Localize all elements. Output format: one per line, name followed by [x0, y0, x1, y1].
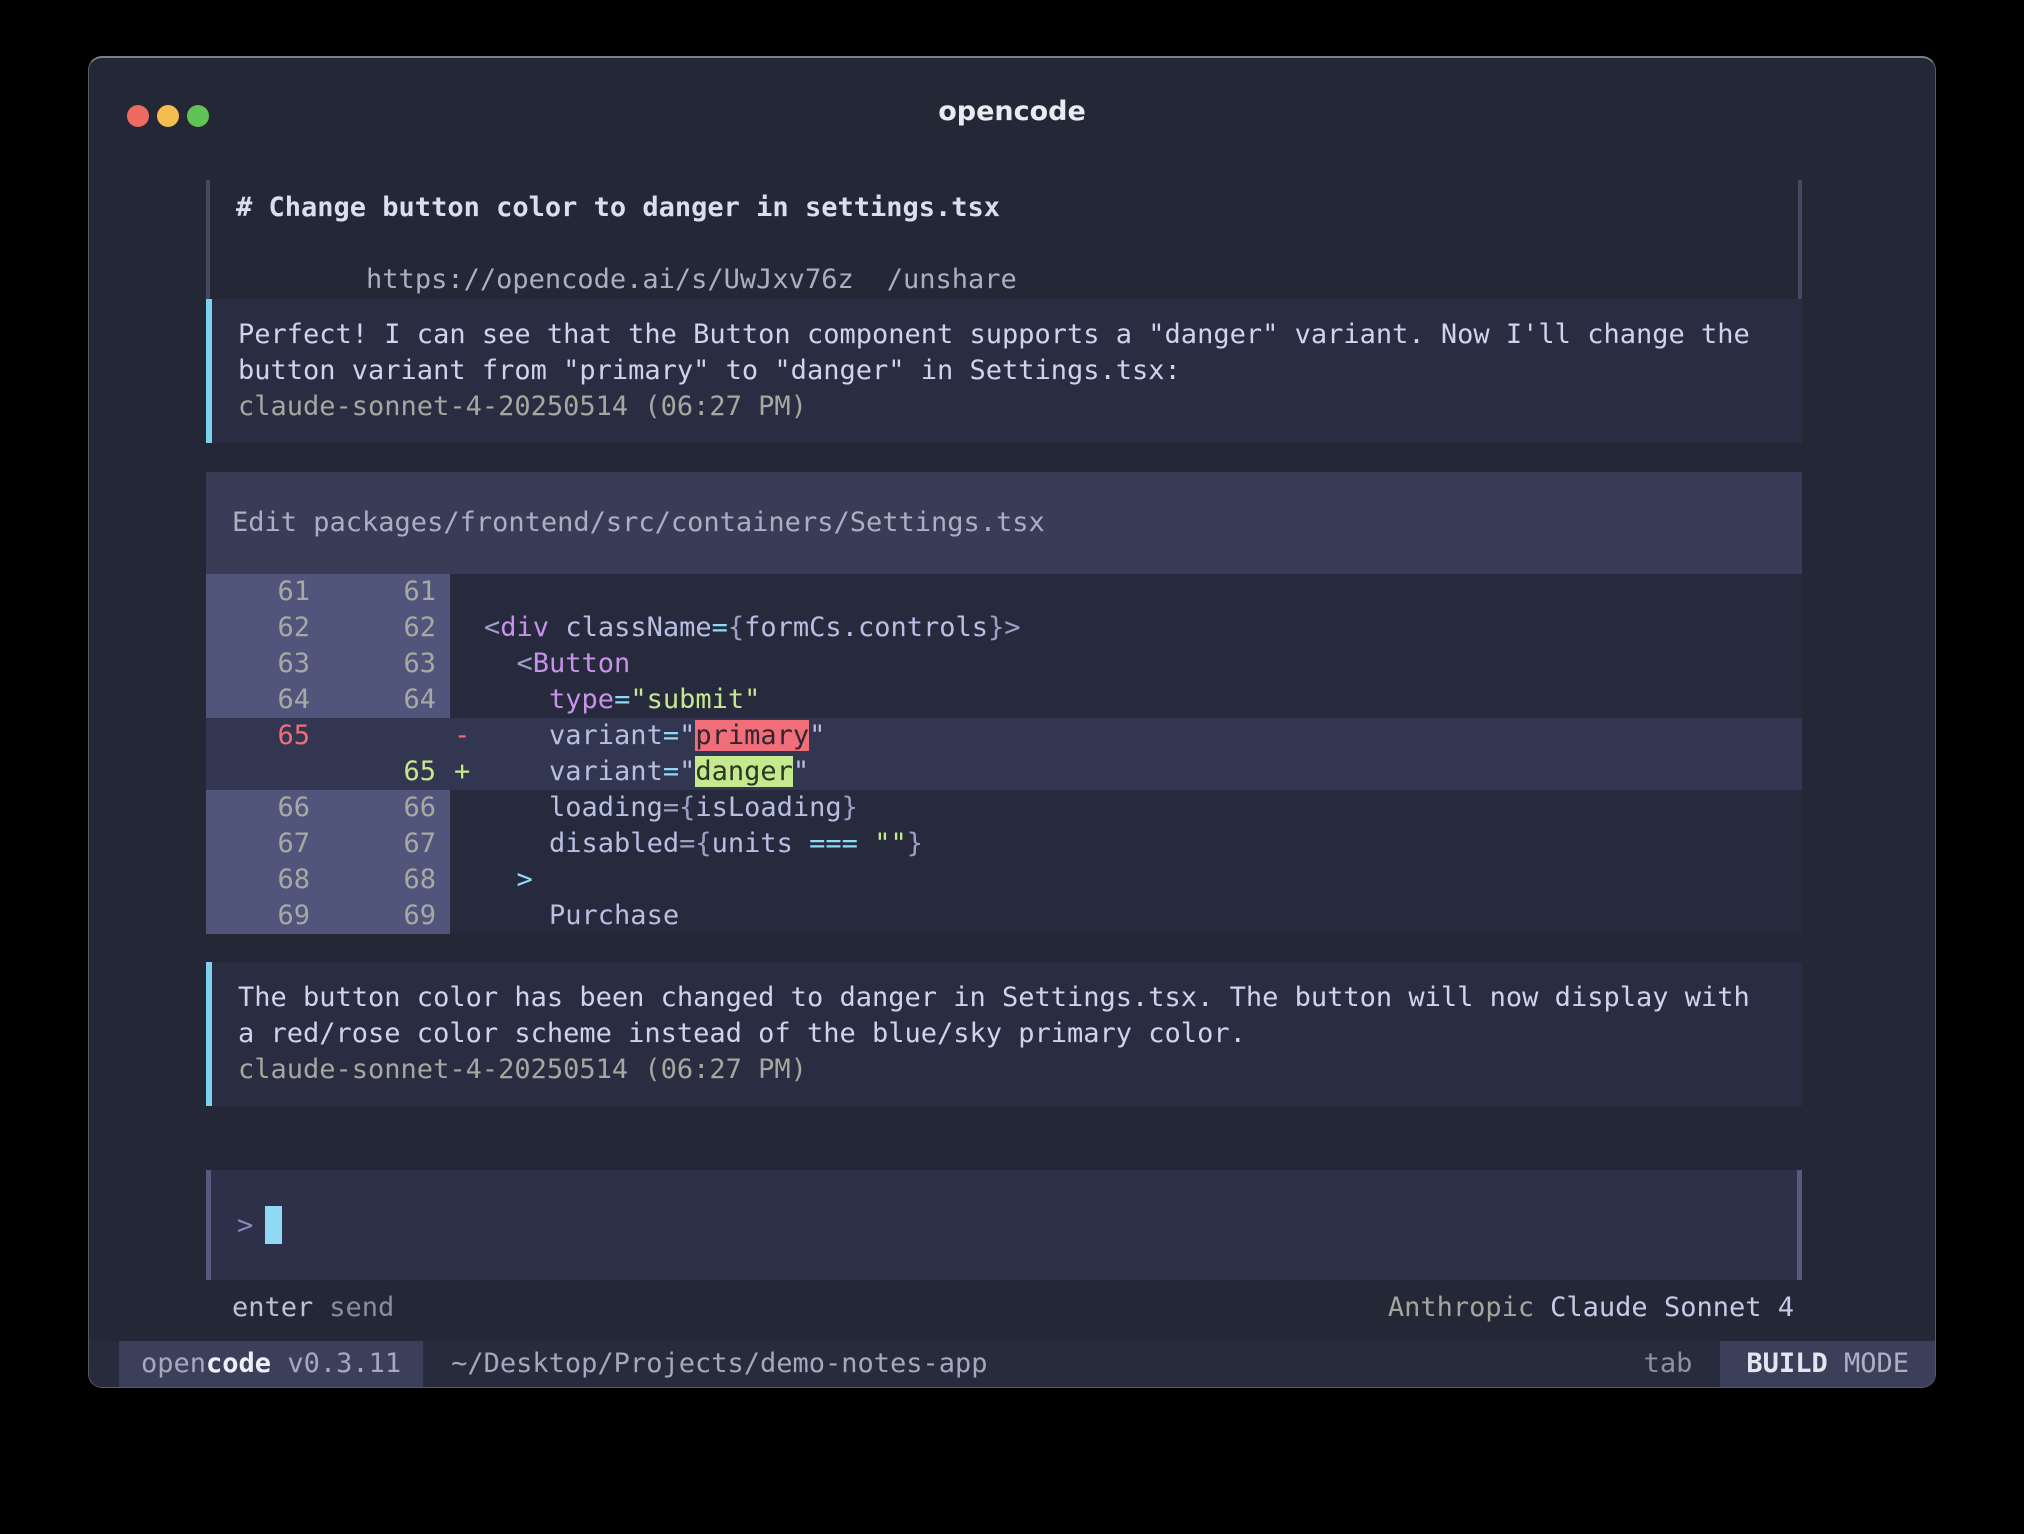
send-label: send	[329, 1292, 394, 1323]
app-version: v0.3.11	[287, 1348, 401, 1379]
diff-row: 6363 <Button	[206, 646, 1802, 682]
unshare-command[interactable]: /unshare	[887, 264, 1017, 295]
diff-row: 6464 type="submit"	[206, 682, 1802, 718]
diff-row: 6969 Purchase	[206, 898, 1802, 934]
edit-tool-title: Edit packages/frontend/src/containers/Se…	[206, 472, 1802, 574]
window-title: opencode	[89, 96, 1935, 127]
message-text: The button color has been changed to dan…	[238, 980, 1778, 1052]
message-model-timestamp: claude-sonnet-4-20250514 (06:27 PM)	[238, 389, 1778, 425]
message-model-timestamp: claude-sonnet-4-20250514 (06:27 PM)	[238, 1052, 1778, 1088]
diff-row: 65- variant="primary"	[206, 718, 1802, 754]
app-window: opencode # Change button color to danger…	[88, 56, 1936, 1388]
assistant-message-1: Perfect! I can see that the Button compo…	[206, 299, 1802, 443]
input-footer: enter send Anthropic Claude Sonnet 4	[206, 1290, 1802, 1326]
enter-key-hint: enter	[232, 1292, 313, 1323]
mode-label: MODE	[1844, 1348, 1909, 1379]
working-directory: ~/Desktop/Projects/demo-notes-app	[451, 1341, 987, 1387]
diff-row: 65+ variant="danger"	[206, 754, 1802, 790]
session-title: # Change button color to danger in setti…	[236, 190, 1017, 226]
prompt-symbol: >	[237, 1210, 253, 1241]
model-name: Claude Sonnet 4	[1550, 1292, 1794, 1323]
app-name-open: open	[141, 1348, 206, 1379]
status-bar: opencode v0.3.11 ~/Desktop/Projects/demo…	[89, 1341, 1935, 1387]
assistant-message-2: The button color has been changed to dan…	[206, 962, 1802, 1106]
message-text: Perfect! I can see that the Button compo…	[238, 317, 1778, 389]
diff-row: 6161	[206, 574, 1802, 610]
share-url-link[interactable]: https://opencode.ai/s/UwJxv76z	[366, 264, 854, 295]
app-name-code: code	[206, 1348, 271, 1379]
diff-row: 6262<div className={formCs.controls}>	[206, 610, 1802, 646]
prompt-input[interactable]: >	[206, 1170, 1802, 1280]
mode-badge: BUILD MODE	[1720, 1341, 1935, 1387]
edit-tool-card: Edit packages/frontend/src/containers/Se…	[206, 472, 1802, 934]
diff-view: 61616262<div className={formCs.controls}…	[206, 574, 1802, 934]
send-hint: enter send	[232, 1290, 394, 1326]
diff-row: 6868 >	[206, 862, 1802, 898]
model-indicator: Anthropic Claude Sonnet 4	[1388, 1290, 1794, 1326]
diff-row: 6767 disabled={units === ""}	[206, 826, 1802, 862]
text-cursor	[265, 1206, 282, 1244]
app-version-badge: opencode v0.3.11	[119, 1341, 423, 1387]
titlebar: opencode	[89, 58, 1935, 138]
mode-name: BUILD	[1746, 1348, 1827, 1379]
tab-key-hint: tab	[1644, 1341, 1693, 1387]
provider-name: Anthropic	[1388, 1292, 1534, 1323]
diff-row: 6666 loading={isLoading}	[206, 790, 1802, 826]
